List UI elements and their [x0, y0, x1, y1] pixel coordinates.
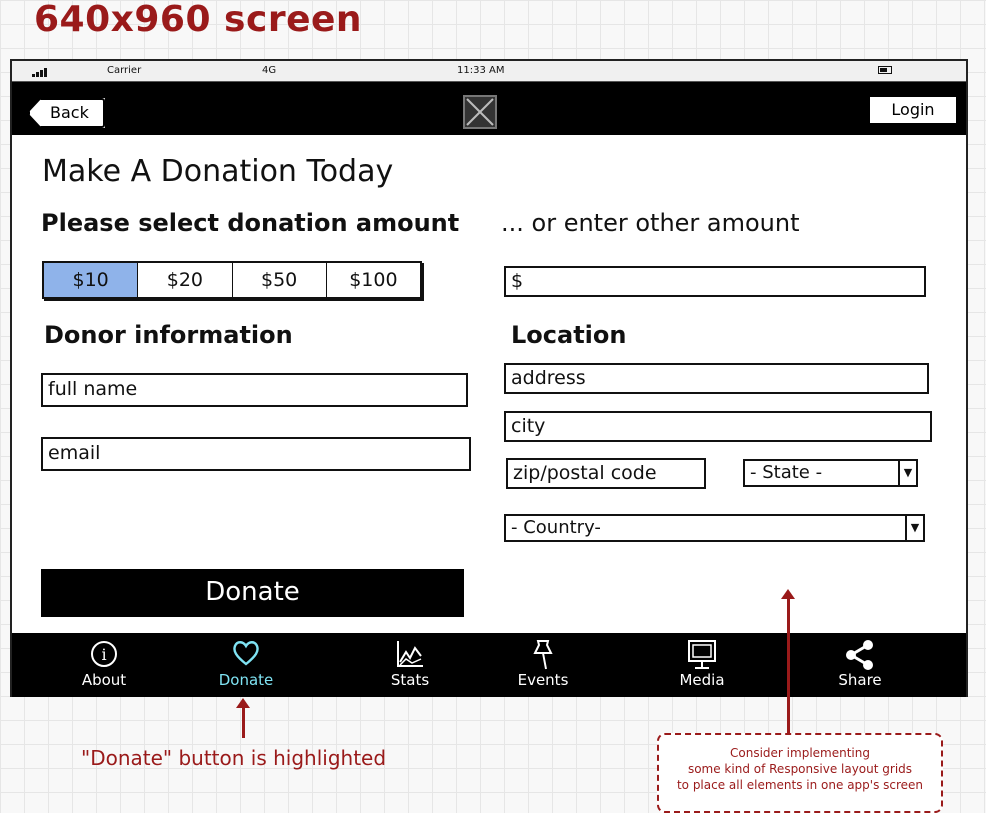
page-title: 640x960 screen: [34, 0, 363, 40]
amount-label: Please select donation amount: [41, 209, 460, 237]
amount-option-20[interactable]: $20: [138, 263, 233, 297]
donor-info-label: Donor information: [44, 321, 293, 349]
time-label: 11:33 AM: [457, 65, 505, 76]
tab-events[interactable]: Events: [493, 633, 593, 697]
tab-share[interactable]: Share: [810, 633, 910, 697]
tab-label: Share: [838, 671, 882, 689]
form-heading: Make A Donation Today: [42, 154, 394, 189]
chevron-down-icon: ▼: [898, 461, 916, 485]
login-button[interactable]: Login: [870, 97, 956, 123]
monitor-icon: [652, 639, 752, 671]
signal-icon: [32, 66, 48, 77]
tab-label: Donate: [218, 671, 274, 689]
tab-stats[interactable]: Stats: [360, 633, 460, 697]
nav-bar: Back Login: [12, 82, 966, 135]
tab-label: Media: [679, 671, 725, 689]
back-button[interactable]: Back: [28, 98, 105, 128]
callout-line: to place all elements in one app's scree…: [676, 778, 924, 792]
annotation-arrow-donate: [236, 698, 250, 738]
zip-input[interactable]: zip/postal code: [506, 458, 706, 489]
country-select[interactable]: - Country- ▼: [504, 514, 925, 542]
address-input[interactable]: address: [504, 363, 929, 394]
carrier-label: Carrier: [107, 65, 142, 76]
pin-icon: [493, 639, 593, 671]
tab-label: Stats: [390, 671, 430, 689]
tab-label: Events: [517, 671, 569, 689]
tab-about[interactable]: i About: [54, 633, 154, 697]
email-input[interactable]: email: [41, 437, 471, 471]
chevron-down-icon: ▼: [905, 516, 923, 540]
annotation-donate-note: "Donate" button is highlighted: [81, 746, 387, 770]
tab-bar: i About Donate Stats Events Media Share: [12, 633, 966, 697]
device-frame: Carrier 4G 11:33 AM Back Login Make A Do…: [10, 59, 968, 697]
tab-label: About: [81, 671, 127, 689]
amount-option-10[interactable]: $10: [44, 263, 139, 297]
amount-option-100[interactable]: $100: [326, 263, 420, 297]
share-icon: [810, 639, 910, 671]
annotation-arrow-grid: [781, 589, 795, 737]
state-select-value: - State -: [750, 462, 823, 483]
svg-text:i: i: [101, 645, 106, 664]
country-select-value: - Country-: [511, 517, 601, 538]
status-bar: Carrier 4G 11:33 AM: [12, 61, 966, 82]
location-label: Location: [511, 321, 627, 349]
network-label: 4G: [262, 65, 277, 76]
amount-segmented-control: $10 $20 $50 $100: [42, 261, 422, 299]
full-name-input[interactable]: full name: [41, 373, 468, 407]
battery-icon: [878, 66, 892, 74]
chart-icon: [360, 639, 460, 671]
heart-icon: [196, 639, 296, 671]
annotation-grid-callout: Consider implementing some kind of Respo…: [657, 733, 943, 813]
other-amount-input[interactable]: $: [504, 266, 926, 297]
tab-donate[interactable]: Donate: [196, 633, 296, 697]
tab-media[interactable]: Media: [652, 633, 752, 697]
callout-line: some kind of Responsive layout grids: [687, 762, 913, 776]
info-icon: i: [54, 639, 154, 671]
callout-line: Consider implementing: [730, 746, 870, 760]
state-select[interactable]: - State - ▼: [743, 459, 918, 487]
donate-button[interactable]: Donate: [41, 569, 464, 617]
city-input[interactable]: city: [504, 411, 932, 442]
amount-option-50[interactable]: $50: [232, 263, 327, 297]
logo-placeholder-icon: [463, 95, 497, 129]
other-amount-label: ... or enter other amount: [501, 209, 800, 237]
